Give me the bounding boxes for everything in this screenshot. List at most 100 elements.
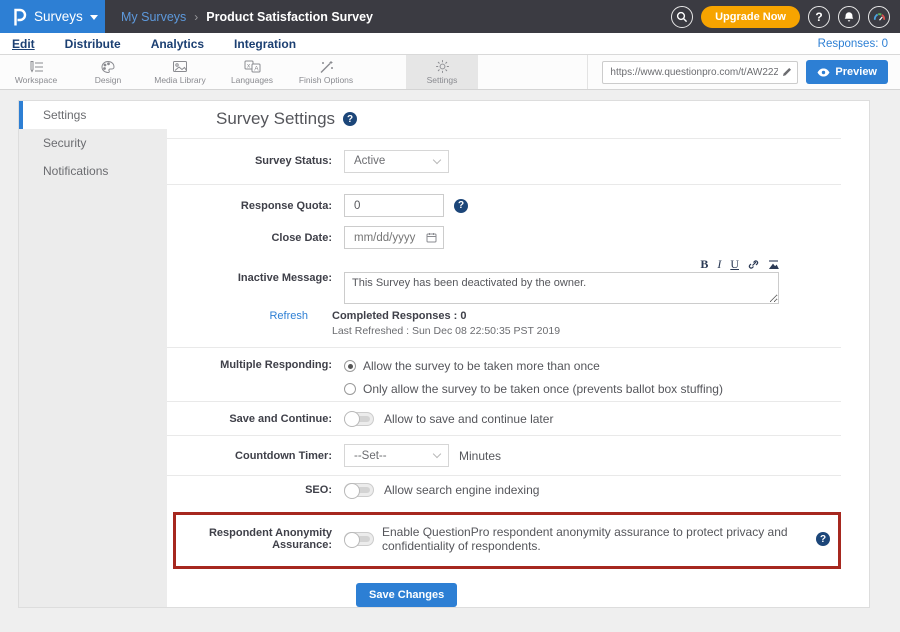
link-icon[interactable] (748, 259, 759, 270)
response-quota-help-icon[interactable]: ? (454, 199, 468, 213)
upgrade-now-button[interactable]: Upgrade Now (701, 6, 800, 28)
toolbar-tab-label: Languages (231, 75, 273, 85)
save-row: Save Changes (356, 583, 841, 607)
close-date-field[interactable] (344, 226, 444, 249)
radio-option-multiple-allowed[interactable]: Allow the survey to be taken more than o… (344, 359, 723, 373)
tab-edit[interactable]: Edit (12, 37, 35, 51)
save-and-continue-toggle[interactable] (344, 412, 374, 426)
bell-icon (843, 11, 855, 23)
toolbar-tab-design[interactable]: Design (72, 55, 144, 89)
survey-status-label: Survey Status: (167, 155, 344, 167)
survey-status-row: Survey Status: Active (167, 139, 841, 186)
close-date-label: Close Date: (167, 232, 344, 244)
radio-label: Only allow the survey to be taken once (… (363, 382, 723, 396)
toolbar-tab-label: Media Library (154, 75, 206, 85)
edit-url-pencil-icon[interactable] (782, 67, 797, 77)
toolbar-tab-label: Settings (427, 75, 458, 85)
toolbar-tab-media-library[interactable]: Media Library (144, 55, 216, 89)
questionpro-logo-icon (12, 8, 27, 26)
sidebar-item-settings[interactable]: Settings (19, 101, 167, 129)
search-icon (676, 11, 688, 23)
sidebar-item-label: Notifications (43, 164, 108, 178)
settings-sidebar: Settings Security Notifications (19, 101, 167, 607)
save-and-continue-row: Save and Continue: Allow to save and con… (167, 402, 841, 436)
countdown-timer-value: --Set-- (354, 450, 387, 462)
inactive-message-label: Inactive Message: (167, 258, 344, 304)
survey-status-select[interactable]: Active (344, 150, 449, 173)
format-toolbar: B I U (344, 258, 779, 270)
close-date-input[interactable] (354, 232, 418, 244)
seo-toggle[interactable] (344, 483, 374, 497)
seo-label: SEO: (167, 484, 344, 496)
preview-button[interactable]: Preview (806, 60, 888, 84)
response-quota-row: Response Quota: ? (167, 194, 841, 217)
last-refreshed-text: Last Refreshed : Sun Dec 08 22:50:35 PST… (332, 325, 560, 337)
responses-count[interactable]: Responses: 0 (818, 38, 888, 50)
countdown-timer-label: Countdown Timer: (167, 450, 344, 462)
countdown-timer-select[interactable]: --Set-- (344, 444, 449, 467)
gauge-icon (873, 11, 886, 23)
toolbar-tab-workspace[interactable]: Workspace (0, 55, 72, 89)
seo-row: SEO: Allow search engine indexing (167, 476, 841, 505)
completed-responses-text: Completed Responses : 0 (332, 310, 560, 322)
save-and-continue-label: Save and Continue: (167, 413, 344, 425)
refresh-link[interactable]: Refresh (167, 310, 332, 337)
svg-text:x: x (247, 63, 251, 70)
help-button[interactable]: ? (808, 6, 830, 28)
radio-label: Allow the survey to be taken more than o… (363, 359, 600, 373)
svg-text:A: A (254, 66, 259, 73)
close-date-row: Close Date: (167, 226, 841, 249)
radio-icon[interactable] (344, 360, 356, 372)
section-tabs: Edit Distribute Analytics Integration Re… (0, 33, 900, 55)
sidebar-item-label: Security (43, 136, 86, 150)
toolbar-tab-languages[interactable]: xA Languages (216, 55, 288, 89)
tab-distribute[interactable]: Distribute (65, 37, 121, 51)
italic-button[interactable]: I (717, 258, 721, 270)
toolbar-tab-settings[interactable]: Settings (406, 55, 478, 89)
sidebar-item-security[interactable]: Security (19, 129, 167, 157)
question-mark-icon: ? (815, 10, 822, 24)
toolbar-right: Preview (587, 55, 900, 89)
notifications-button[interactable] (838, 6, 860, 28)
tab-integration[interactable]: Integration (234, 37, 296, 51)
response-quota-input[interactable] (344, 194, 444, 217)
respondent-anonymity-help-icon[interactable]: ? (816, 532, 830, 546)
survey-status-value: Active (354, 155, 385, 167)
workspace-icon (28, 59, 44, 74)
brand-menu[interactable]: Surveys (0, 0, 105, 33)
underline-button[interactable]: U (730, 258, 739, 270)
survey-settings-help-icon[interactable]: ? (343, 112, 357, 126)
countdown-timer-row: Countdown Timer: --Set-- Minutes (167, 436, 841, 475)
tab-analytics[interactable]: Analytics (151, 37, 204, 51)
insert-image-icon[interactable] (768, 259, 779, 270)
bold-button[interactable]: B (700, 258, 708, 270)
respondent-anonymity-text: Enable QuestionPro respondent anonymity … (382, 525, 808, 553)
toolbar-tab-finish-options[interactable]: Finish Options (288, 55, 364, 89)
title-row: Survey Settings ? (167, 101, 841, 139)
preview-label: Preview (835, 66, 877, 78)
countdown-timer-suffix: Minutes (459, 449, 501, 463)
save-and-continue-text: Allow to save and continue later (384, 412, 553, 426)
search-button[interactable] (671, 6, 693, 28)
page-title: Survey Settings (216, 109, 335, 129)
respondent-anonymity-toggle[interactable] (344, 532, 374, 546)
toolbar-tab-label: Workspace (15, 75, 57, 85)
seo-text: Allow search engine indexing (384, 483, 539, 497)
sidebar-item-label: Settings (43, 108, 86, 122)
inactive-message-textarea[interactable]: This Survey has been deactivated by the … (344, 272, 779, 304)
usage-meter-button[interactable] (868, 6, 890, 28)
settings-card: Settings Security Notifications Survey S… (18, 100, 870, 608)
magic-wand-icon (319, 59, 334, 74)
response-quota-label: Response Quota: (167, 200, 344, 212)
breadcrumb-parent[interactable]: My Surveys (121, 10, 186, 24)
settings-main: Survey Settings ? Survey Status: Active … (167, 101, 869, 607)
sidebar-item-notifications[interactable]: Notifications (19, 157, 167, 185)
translate-icon: xA (244, 59, 261, 74)
multiple-responding-row: Multiple Responding: Allow the survey to… (167, 348, 841, 402)
save-changes-button[interactable]: Save Changes (356, 583, 457, 607)
survey-url-box (602, 61, 798, 84)
radio-icon[interactable] (344, 383, 356, 395)
image-icon (172, 59, 188, 74)
radio-option-once-only[interactable]: Only allow the survey to be taken once (… (344, 382, 723, 396)
survey-url-input[interactable] (603, 67, 782, 78)
